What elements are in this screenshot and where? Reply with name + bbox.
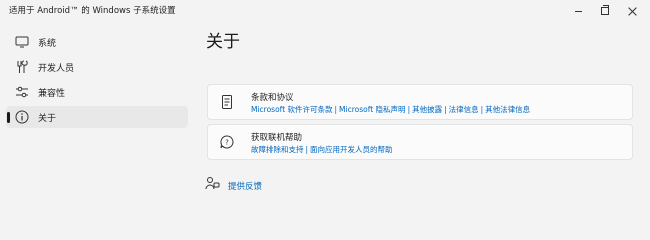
sidebar-item-label: 系统 [38,38,57,49]
selection-indicator [7,112,10,123]
minimize-icon [574,10,582,12]
developer-help-link[interactable]: 面向应用开发人员的帮助 [310,145,393,154]
troubleshoot-link[interactable]: 故障排除和支持 [251,145,304,154]
close-button[interactable] [619,0,645,22]
sidebar-item-developer[interactable]: 开发人员 [6,56,188,78]
window-title: 适用于 Android™ 的 Windows 子系统设置 [9,6,176,16]
sliders-icon [15,85,29,99]
legal-info-link[interactable]: 法律信息 [449,105,479,114]
help-bubble-icon: ? [220,135,234,149]
maximize-icon [601,5,609,15]
title-bar: 适用于 Android™ 的 Windows 子系统设置 [0,0,650,22]
terms-card-title: 条款和协议 [251,93,294,103]
sidebar-item-system[interactable]: 系统 [6,31,188,53]
help-links: 故障排除和支持 | 面向应用开发人员的帮助 [251,144,393,155]
license-terms-link[interactable]: Microsoft 软件许可条款 [251,105,333,114]
terms-links: Microsoft 软件许可条款 | Microsoft 隐私声明 | 其他披露 | 法律信… [251,104,530,115]
sidebar-item-label: 兼容性 [38,88,66,99]
close-icon [628,7,637,16]
feedback-label: 提供反馈 [228,181,263,192]
link-separator: | [407,105,411,114]
help-card-title: 获取联机帮助 [251,133,303,143]
terms-card: 条款和协议 Microsoft 软件许可条款 | Microsoft 隐私声明 | 其他… [207,84,633,120]
sidebar-item-about[interactable]: 关于 [6,106,188,128]
sidebar-item-label: 开发人员 [38,63,75,74]
link-separator: | [305,145,309,154]
svg-text:?: ? [225,139,229,147]
feedback-icon [205,176,220,195]
minimize-button[interactable] [565,0,591,22]
other-legal-info-link[interactable]: 其他法律信息 [485,105,530,114]
other-disclosures-link[interactable]: 其他披露 [412,105,442,114]
sidebar-item-compatibility[interactable]: 兼容性 [6,81,188,103]
link-separator: | [334,105,338,114]
tools-icon [15,60,29,74]
privacy-statement-link[interactable]: Microsoft 隐私声明 [339,105,406,114]
maximize-button[interactable] [592,0,618,22]
sidebar-item-label: 关于 [38,113,57,124]
document-icon [220,95,234,109]
page-title: 关于 [206,32,240,52]
link-separator: | [480,105,484,114]
info-icon [15,110,29,124]
link-separator: | [444,105,447,114]
feedback-link[interactable]: 提供反馈 [205,176,262,195]
help-card: ? 获取联机帮助 故障排除和支持 | 面向应用开发人员的帮助 [207,124,633,160]
monitor-icon [15,35,29,49]
